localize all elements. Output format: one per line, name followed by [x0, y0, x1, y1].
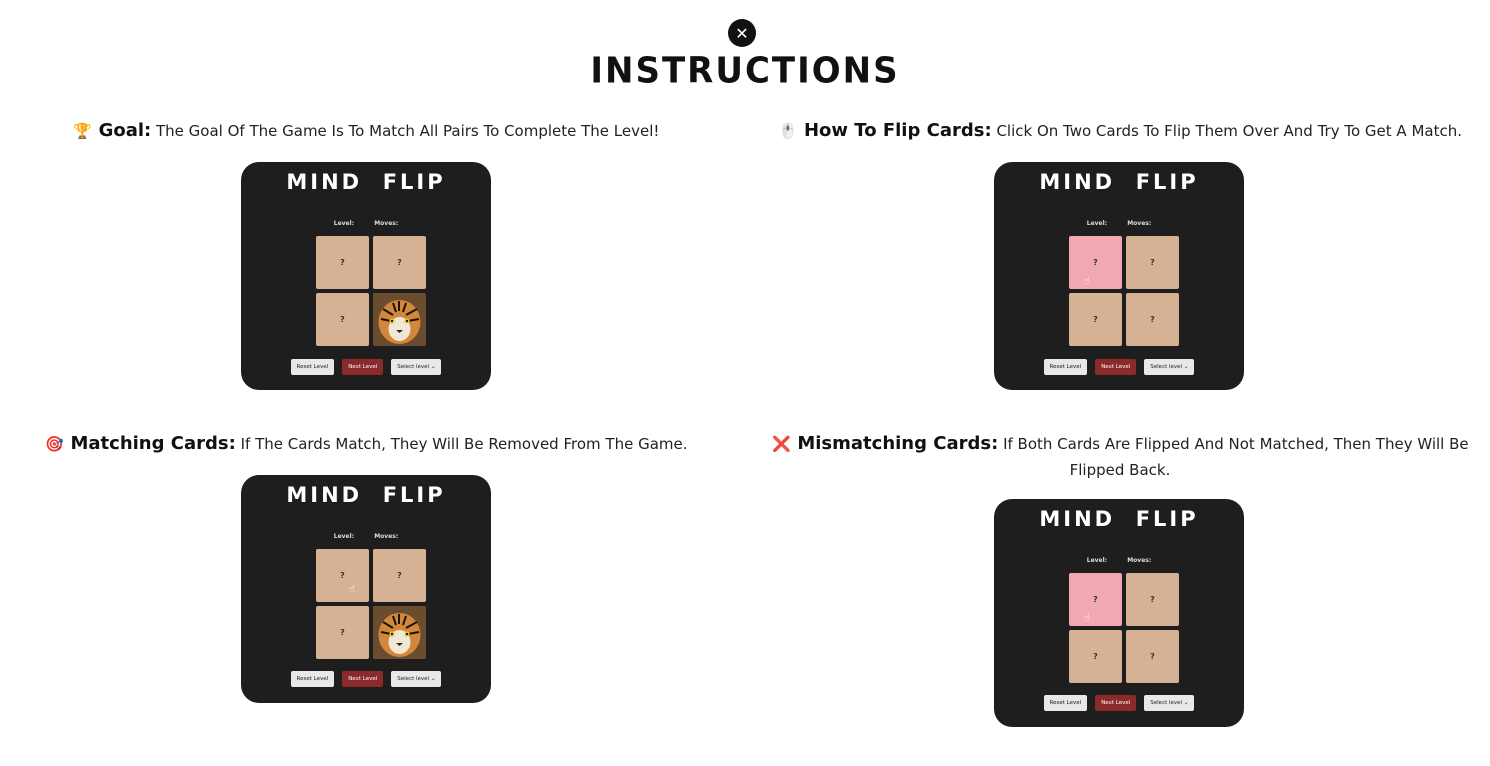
flip-text: Click On Two Cards To Flip Them Over And…: [996, 122, 1462, 140]
flip-description: 🖱️ How To Flip Cards: Click On Two Cards …: [770, 118, 1470, 144]
card[interactable]: ?: [316, 293, 369, 346]
card-grid: ? ? ? ? ☝: [1069, 573, 1181, 685]
game-title: MIND FLIP: [1039, 170, 1199, 194]
select-level-dropdown[interactable]: Select level ⌄: [1144, 359, 1195, 375]
card[interactable]: ?: [373, 549, 426, 602]
cross-mark-icon: ❌: [772, 435, 791, 453]
flip-screenshot: MIND FLIP Level: Moves: ? ? ? ? ☝ Reset …: [994, 162, 1244, 390]
game-title: MIND FLIP: [286, 170, 446, 194]
tiger-card[interactable]: [373, 606, 426, 659]
card[interactable]: ?: [1126, 293, 1179, 346]
hand-cursor-icon: ☝: [1084, 276, 1091, 287]
close-button[interactable]: ✕: [728, 19, 756, 47]
game-stats: Level: Moves:: [994, 557, 1244, 564]
select-level-label: Select level: [1150, 364, 1183, 370]
card[interactable]: ?: [1126, 630, 1179, 683]
next-level-button[interactable]: Next Level: [342, 359, 384, 375]
reset-level-button[interactable]: Reset Level: [1043, 359, 1088, 375]
level-label: Level:: [333, 220, 355, 227]
card[interactable]: ?: [316, 549, 369, 602]
reset-level-button[interactable]: Reset Level: [290, 671, 335, 687]
goal-description: 🏆 Goal: The Goal Of The Game Is To Match …: [30, 118, 702, 144]
level-label: Level:: [1086, 557, 1108, 564]
goal-text: The Goal Of The Game Is To Match All Pai…: [156, 122, 660, 140]
hand-cursor-icon: ☝: [1084, 613, 1091, 624]
card[interactable]: ?: [316, 236, 369, 289]
matching-screenshot: MIND FLIP Level: Moves: ? ? ? ☝ Reset Le…: [241, 475, 491, 703]
next-level-button[interactable]: Next Level: [1095, 359, 1137, 375]
level-label: Level:: [333, 533, 355, 540]
select-level-label: Select level: [1150, 700, 1183, 706]
close-icon: ✕: [735, 23, 749, 43]
game-title: MIND FLIP: [286, 483, 446, 507]
chevron-down-icon: ⌄: [1183, 700, 1189, 706]
game-stats: Level: Moves:: [241, 220, 491, 227]
mismatching-screenshot: MIND FLIP Level: Moves: ? ? ? ? ☝ Reset …: [994, 499, 1244, 727]
next-level-button[interactable]: Next Level: [1095, 695, 1137, 711]
card[interactable]: ?: [1069, 630, 1122, 683]
select-level-dropdown[interactable]: Select level ⌄: [391, 359, 442, 375]
game-controls: Reset Level Next Level Select level ⌄: [241, 359, 491, 375]
chevron-down-icon: ⌄: [430, 364, 436, 370]
goal-heading: Goal:: [98, 120, 152, 141]
game-title: MIND FLIP: [1039, 507, 1199, 531]
goal-screenshot: MIND FLIP Level: Moves: ? ? ? Reset Leve…: [241, 162, 491, 390]
mismatching-heading: Mismatching Cards:: [797, 433, 999, 454]
moves-label: Moves:: [374, 533, 399, 540]
flip-heading: How To Flip Cards:: [803, 120, 992, 141]
moves-label: Moves:: [374, 220, 399, 227]
mouse-icon: 🖱️: [778, 122, 798, 140]
card[interactable]: ?: [316, 606, 369, 659]
card-flipped[interactable]: ?: [1069, 573, 1122, 626]
matching-text: If The Cards Match, They Will Be Removed…: [240, 435, 688, 453]
select-level-label: Select level: [397, 364, 430, 370]
game-controls: Reset Level Next Level Select level ⌄: [241, 671, 491, 687]
tiger-card[interactable]: [373, 293, 426, 346]
select-level-dropdown[interactable]: Select level ⌄: [391, 671, 442, 687]
card-grid: ? ? ? ☝: [316, 549, 428, 661]
tiger-image: [373, 293, 426, 346]
select-level-dropdown[interactable]: Select level ⌄: [1144, 695, 1195, 711]
chevron-down-icon: ⌄: [1183, 364, 1189, 370]
card-grid: ? ? ?: [316, 236, 428, 348]
mismatching-description: ❌ Mismatching Cards: If Both Cards Are Fl…: [770, 431, 1470, 483]
card[interactable]: ?: [1069, 293, 1122, 346]
reset-level-button[interactable]: Reset Level: [1043, 695, 1088, 711]
chevron-down-icon: ⌄: [430, 676, 436, 682]
card-grid: ? ? ? ? ☝: [1069, 236, 1181, 348]
card[interactable]: ?: [1126, 236, 1179, 289]
next-level-button[interactable]: Next Level: [342, 671, 384, 687]
tiger-image: [373, 606, 426, 659]
target-icon: 🎯: [45, 435, 64, 453]
select-level-label: Select level: [397, 676, 430, 682]
card[interactable]: ?: [1126, 573, 1179, 626]
card-flipped[interactable]: ?: [1069, 236, 1122, 289]
matching-description: 🎯 Matching Cards: If The Cards Match, The…: [30, 431, 702, 457]
matching-heading: Matching Cards:: [70, 433, 236, 454]
mismatching-text: If Both Cards Are Flipped And Not Matche…: [1003, 435, 1469, 479]
game-controls: Reset Level Next Level Select level ⌄: [994, 359, 1244, 375]
moves-label: Moves:: [1127, 220, 1152, 227]
moves-label: Moves:: [1127, 557, 1152, 564]
game-controls: Reset Level Next Level Select level ⌄: [994, 695, 1244, 711]
page-title: INSTRUCTIONS: [590, 50, 900, 92]
reset-level-button[interactable]: Reset Level: [290, 359, 335, 375]
card[interactable]: ?: [373, 236, 426, 289]
game-stats: Level: Moves:: [241, 533, 491, 540]
hand-cursor-icon: ☝: [349, 584, 356, 595]
trophy-icon: 🏆: [73, 122, 92, 140]
level-label: Level:: [1086, 220, 1108, 227]
game-stats: Level: Moves:: [994, 220, 1244, 227]
